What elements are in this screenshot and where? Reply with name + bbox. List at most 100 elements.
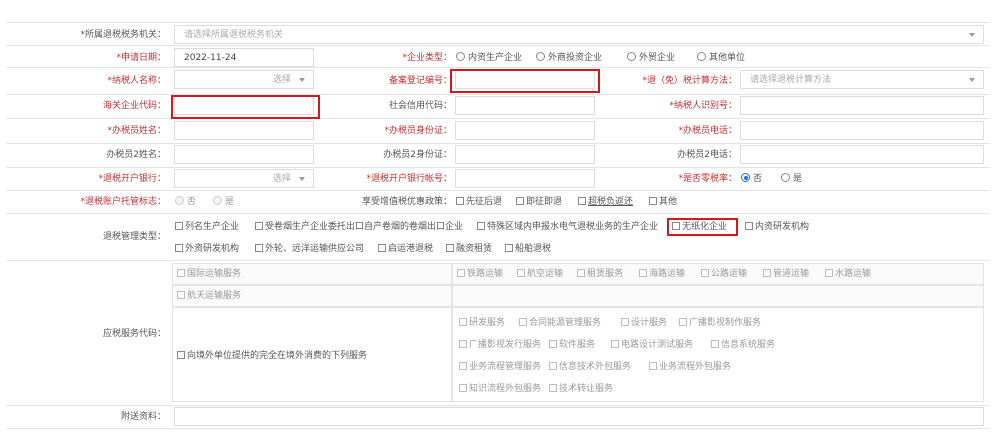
agent2-phone-label: 办税员2电话：	[677, 150, 737, 160]
intl-transport-cell: 国际运输服务	[172, 263, 452, 285]
agent-id-field[interactable]	[455, 121, 595, 140]
checkbox-icon	[175, 244, 183, 252]
attachment-label: 附送资料：	[120, 412, 166, 422]
service-checkbox-software[interactable]: 软件服务	[549, 339, 595, 351]
service-checkbox-lease[interactable]: 租赁服务	[577, 268, 623, 280]
row-divider	[6, 118, 990, 119]
credit-code-field[interactable]	[455, 96, 595, 115]
service-checkbox-kpo[interactable]: 知识流程外包服务	[459, 383, 541, 395]
service-checkbox-road[interactable]: 公路运输	[701, 268, 747, 280]
checkbox-icon	[255, 222, 263, 230]
space-transport-cell: 航天运输服务	[172, 285, 452, 307]
row-divider	[6, 190, 990, 191]
vat-policy-checkbox-3[interactable]: 超税负返还	[578, 196, 633, 208]
service-checkbox-sea[interactable]: 海路运输	[639, 268, 685, 280]
tax-authority-select[interactable]: 请选择所属退税税务机关	[174, 25, 984, 44]
taxpayer-select-button[interactable]: 选择	[273, 74, 291, 86]
checkbox-icon	[457, 269, 465, 277]
service-checkbox-bpm[interactable]: 业务流程管理服务	[459, 361, 541, 373]
custody-label: *退税账户托管标志：	[80, 197, 166, 207]
service-checkbox-rail[interactable]: 铁路运输	[457, 268, 503, 280]
bank-field[interactable]: 选择	[174, 169, 314, 188]
radio-icon	[741, 173, 750, 182]
checkbox-icon	[577, 269, 585, 277]
mgmt-type-checkbox-ocean-supply[interactable]: 外轮、远洋运输供应公司	[255, 243, 364, 255]
enterprise-type-radio-trade[interactable]: 外贸企业	[627, 52, 675, 64]
service-checkbox-energy[interactable]: 合同能源管理服务	[519, 317, 601, 329]
custody-radio-no[interactable]: 否	[175, 196, 196, 208]
service-checkbox-film-production[interactable]: 广播影视制作服务	[679, 317, 761, 329]
checkbox-icon	[517, 269, 525, 277]
checkbox-icon	[825, 269, 833, 277]
zero-rate-radio-yes[interactable]: 是	[781, 173, 802, 185]
service-checkbox-pipeline[interactable]: 管道运输	[763, 268, 809, 280]
checkbox-icon	[745, 222, 753, 230]
attachment-field[interactable]	[174, 407, 984, 426]
service-checkbox-film-distribution[interactable]: 广播影视发行服务	[459, 339, 541, 351]
checkbox-icon	[519, 318, 527, 326]
refund-method-placeholder: 请选择退税计算方法	[750, 75, 832, 85]
checkbox-icon	[477, 222, 485, 230]
agent-name-field[interactable]	[174, 121, 314, 140]
bank-account-field[interactable]	[455, 169, 595, 188]
checkbox-icon	[177, 351, 185, 359]
service-checkbox-info-system[interactable]: 信息系统服务	[711, 339, 775, 351]
enterprise-type-radio-domestic[interactable]: 内资生产企业	[456, 52, 522, 64]
checkbox-icon	[611, 340, 619, 348]
refund-method-select[interactable]: 请选择退税计算方法	[740, 70, 984, 89]
checkbox-icon	[177, 291, 185, 299]
service-checkbox-ito[interactable]: 信息技术外包服务	[549, 361, 631, 373]
service-checkbox-tech-transfer[interactable]: 技术转让服务	[549, 383, 613, 395]
agent2-phone-field[interactable]	[740, 145, 984, 164]
vat-policy-checkbox-4[interactable]: 其他	[649, 196, 677, 208]
checkbox-icon	[456, 197, 464, 205]
agent2-id-label: 办税员2身份证：	[383, 150, 452, 160]
service-checkbox-overseas[interactable]: 向境外单位提供的完全在境外消费的下列服务	[177, 350, 367, 362]
agent-phone-field[interactable]	[740, 121, 984, 140]
radio-icon	[213, 196, 222, 205]
row-divider	[6, 405, 990, 406]
service-checkbox-intl-transport[interactable]: 国际运输服务	[177, 268, 241, 280]
vat-policy-checkbox-1[interactable]: 先征后退	[456, 196, 502, 208]
service-checkbox-bpo[interactable]: 业务流程外包服务	[649, 361, 731, 373]
checkbox-icon	[549, 384, 557, 392]
agent2-name-label: 办税员2姓名：	[106, 150, 166, 160]
enterprise-type-radio-other[interactable]: 其他单位	[697, 52, 745, 64]
refund-method-label: *退（免）税计算方法：	[642, 76, 737, 86]
bank-select-button[interactable]: 选择	[273, 173, 291, 185]
mgmt-type-checkbox-leasing[interactable]: 融资租赁	[446, 243, 492, 255]
radio-icon	[697, 52, 706, 61]
radio-icon	[175, 196, 184, 205]
service-checkbox-rd[interactable]: 研发服务	[459, 317, 505, 329]
bank-label: *退税开户银行：	[98, 174, 166, 184]
checkbox-icon	[459, 318, 467, 326]
service-checkbox-air[interactable]: 航空运输	[517, 268, 563, 280]
mgmt-type-checkbox-special-zone[interactable]: 特殊区域内申报水电气退税业务的生产企业	[477, 221, 658, 233]
vat-policy-checkbox-2[interactable]: 即征即退	[516, 196, 562, 208]
mgmt-type-checkbox-departure-port[interactable]: 启运港退税	[378, 243, 433, 255]
mgmt-type-checkbox-domestic-rd[interactable]: 内资研发机构	[745, 221, 809, 233]
mgmt-type-checkbox-tobacco[interactable]: 受卷烟生产企业委托出口自产卷烟的卷烟出口企业	[255, 221, 463, 233]
row-divider	[6, 45, 990, 46]
service-checkbox-design[interactable]: 设计服务	[621, 317, 667, 329]
agent2-name-field[interactable]	[174, 145, 314, 164]
highlight-paperless	[667, 218, 738, 236]
taxpayer-id-label: *纳税人识别号：	[669, 101, 737, 111]
custody-radio-yes[interactable]: 是	[213, 196, 234, 208]
checkbox-icon	[649, 197, 657, 205]
apply-date-field[interactable]: 2022-11-24	[174, 48, 314, 67]
mgmt-type-checkbox-listed[interactable]: 列名生产企业	[175, 221, 239, 233]
enterprise-type-radio-foreign[interactable]: 外商投资企业	[536, 52, 602, 64]
row-divider	[6, 428, 990, 429]
service-checkbox-circuit[interactable]: 电路设计测试服务	[611, 339, 693, 351]
taxpayer-name-field[interactable]: 选择	[174, 70, 314, 89]
service-checkbox-water[interactable]: 水路运输	[825, 268, 871, 280]
tax-authority-label: *所属退税税务机关：	[80, 30, 166, 40]
mgmt-type-checkbox-foreign-rd[interactable]: 外资研发机构	[175, 243, 239, 255]
zero-rate-radio-no[interactable]: 否	[741, 173, 762, 185]
checkbox-icon	[621, 318, 629, 326]
taxpayer-id-field[interactable]	[740, 96, 984, 115]
mgmt-type-checkbox-ship[interactable]: 船舶退税	[505, 243, 551, 255]
service-checkbox-space[interactable]: 航天运输服务	[177, 290, 241, 302]
agent2-id-field[interactable]	[455, 145, 595, 164]
